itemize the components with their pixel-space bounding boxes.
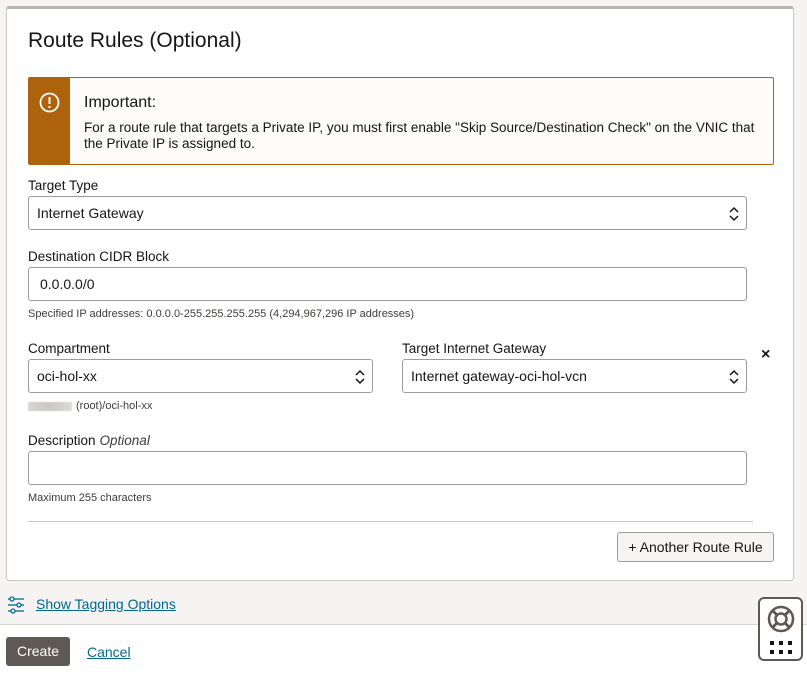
optional-tag: Optional [99,433,150,448]
sliders-icon [8,596,24,614]
compartment-label: Compartment [28,341,110,356]
redacted-tenancy-name [28,401,72,411]
footer-bar: Create Cancel [0,624,807,674]
description-input[interactable] [28,451,747,485]
target-gateway-label: Target Internet Gateway [402,341,547,356]
chevron-up-down-icon [729,206,739,222]
divider [28,521,753,522]
important-alert: Important: For a route rule that targets… [28,77,774,165]
destination-cidr-label: Destination CIDR Block [28,249,170,264]
grid-dots-icon [770,641,792,654]
destination-cidr-input[interactable]: 0.0.0.0/0 [28,267,747,301]
alert-title: Important: [84,94,157,111]
create-button[interactable]: Create [6,637,70,666]
alert-accent-bar [29,78,70,164]
alert-body: For a route rule that targets a Private … [84,120,755,151]
target-type-label: Target Type [28,178,99,193]
cancel-link[interactable]: Cancel [87,644,131,660]
target-gateway-value: Internet gateway-oci-hol-vcn [411,368,587,384]
route-rules-panel: Route Rules (Optional) Important: For a … [6,6,794,581]
chevron-up-down-icon [729,369,739,385]
destination-cidr-help: Specified IP addresses: 0.0.0.0-255.255.… [28,308,415,320]
close-icon[interactable]: × [761,347,775,363]
target-type-select[interactable]: Internet Gateway [28,196,747,230]
exclamation-circle-icon [39,92,60,113]
target-gateway-select[interactable]: Internet gateway-oci-hol-vcn [402,359,747,393]
chevron-up-down-icon [355,369,365,385]
compartment-value: oci-hol-xx [37,368,97,384]
compartment-path: (root)/oci-hol-xx [28,400,152,412]
target-type-value: Internet Gateway [37,205,144,221]
description-help: Maximum 255 characters [28,492,152,504]
another-route-rule-button[interactable]: + Another Route Rule [617,532,774,562]
compartment-select[interactable]: oci-hol-xx [28,359,373,393]
lifebuoy-icon [767,605,795,633]
show-tagging-options-link[interactable]: Show Tagging Options [36,596,176,612]
description-label-text: Description [28,433,96,448]
compartment-path-text: (root)/oci-hol-xx [76,400,153,412]
panel-title: Route Rules (Optional) [28,29,242,52]
description-label: Description Optional [28,433,150,448]
destination-cidr-value: 0.0.0.0/0 [40,276,95,292]
help-widget[interactable] [758,597,803,661]
